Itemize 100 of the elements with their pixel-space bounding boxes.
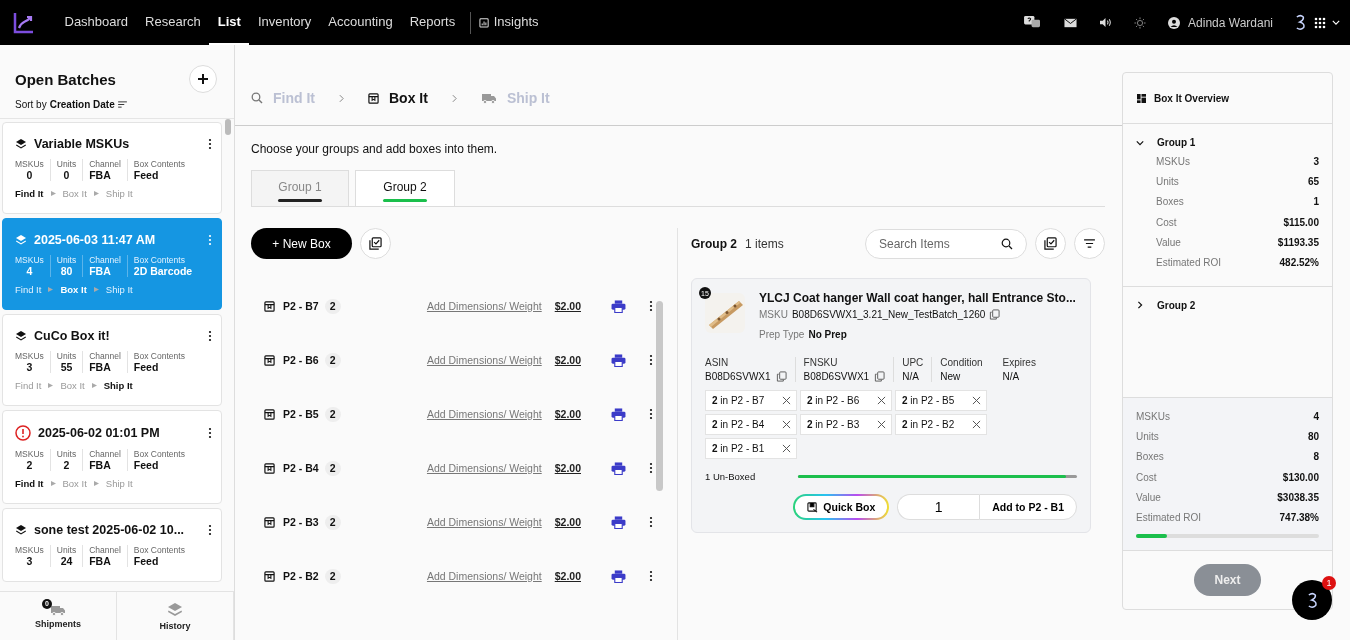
- batch-card[interactable]: CuCo Box it! MSKUs 3 Units 55 Channel FBA Box Contents Feed Find It Box It Ship It: [2, 314, 222, 406]
- sun-icon[interactable]: [1134, 16, 1147, 29]
- arrow-icon: [50, 481, 56, 486]
- sort-icon[interactable]: [117, 101, 127, 108]
- add-to-box-button[interactable]: Add to P2 - B1: [979, 494, 1077, 520]
- nav-link[interactable]: Inventory: [249, 0, 320, 45]
- help-chat-icon[interactable]: [1023, 15, 1043, 30]
- group-toggle[interactable]: Group 2: [1136, 299, 1196, 311]
- group-tab[interactable]: Group 2: [355, 170, 455, 206]
- nav-link[interactable]: Dashboard: [56, 0, 137, 45]
- price-link[interactable]: $2.00: [554, 408, 581, 420]
- stat-label: Units: [56, 449, 77, 459]
- group-toggle[interactable]: Group 1: [1136, 137, 1196, 148]
- dimensions-link[interactable]: Add Dimensions/ Weight: [426, 516, 542, 528]
- stat-label: Channel: [89, 351, 121, 361]
- copy-icon[interactable]: [989, 309, 1001, 320]
- notification-badge: 1: [1322, 576, 1336, 590]
- more-icon[interactable]: [649, 408, 653, 420]
- box-chip[interactable]: 2 in P2 - B1: [705, 438, 797, 459]
- dimensions-link[interactable]: Add Dimensions/ Weight: [426, 408, 542, 420]
- box-chip[interactable]: 2 in P2 - B7: [705, 390, 797, 411]
- more-icon[interactable]: [208, 330, 212, 342]
- price-link[interactable]: $2.00: [554, 570, 581, 582]
- dimensions-link[interactable]: Add Dimensions/ Weight: [426, 354, 542, 366]
- price-link[interactable]: $2.00: [554, 462, 581, 474]
- box-chip[interactable]: 2 in P2 - B3: [800, 414, 892, 435]
- more-icon[interactable]: [208, 138, 212, 150]
- close-icon[interactable]: [972, 420, 981, 429]
- search-field[interactable]: Search Items: [865, 228, 1027, 259]
- dimensions-link[interactable]: Add Dimensions/ Weight: [426, 300, 542, 312]
- nav-link[interactable]: Accounting: [319, 0, 402, 45]
- printer-icon[interactable]: [611, 569, 626, 583]
- batch-card[interactable]: sone test 2025-06-02 10... MSKUs 3 Units 24 Channel FBA Box Contents Feed: [2, 508, 222, 582]
- step-label[interactable]: Box It: [389, 90, 428, 106]
- search-icon: [1001, 237, 1013, 250]
- stat-label: MSKUs: [15, 545, 44, 555]
- box-name[interactable]: P2 - B4: [283, 462, 319, 474]
- box-icon: [264, 354, 275, 366]
- nav-link[interactable]: Research: [136, 0, 210, 45]
- speaker-icon[interactable]: [1099, 17, 1113, 28]
- quantity-field[interactable]: 1: [897, 494, 980, 520]
- close-icon[interactable]: [877, 396, 886, 405]
- box-icon: [264, 408, 275, 420]
- msku-label: MSKU: [759, 309, 788, 320]
- copy-icon[interactable]: [775, 371, 787, 382]
- chevron-down-icon[interactable]: [1332, 20, 1340, 25]
- nav-link[interactable]: Reports: [401, 0, 464, 45]
- close-icon[interactable]: [972, 396, 981, 405]
- printer-icon[interactable]: [611, 461, 626, 475]
- box-chip[interactable]: 2 in P2 - B2: [895, 414, 987, 435]
- more-icon[interactable]: [649, 354, 653, 366]
- more-icon[interactable]: [649, 300, 653, 312]
- brand-mark-icon[interactable]: [1295, 14, 1306, 31]
- apps-grid-icon[interactable]: [1314, 16, 1326, 29]
- dimensions-link[interactable]: Add Dimensions/ Weight: [426, 570, 542, 582]
- more-icon[interactable]: [649, 570, 653, 582]
- box-name[interactable]: P2 - B7: [283, 300, 319, 312]
- box-chip[interactable]: 2 in P2 - B5: [895, 390, 987, 411]
- price-link[interactable]: $2.00: [554, 300, 581, 312]
- filter-button[interactable]: [1074, 228, 1105, 259]
- sort-value[interactable]: Creation Date: [49, 99, 115, 110]
- stat-value: 4: [26, 265, 33, 277]
- arrow-icon: [93, 191, 99, 196]
- more-icon[interactable]: [649, 516, 653, 528]
- more-icon[interactable]: [649, 462, 653, 474]
- stat-value: 2: [26, 459, 33, 471]
- price-link[interactable]: $2.00: [554, 516, 581, 528]
- box-name[interactable]: P2 - B2: [283, 570, 319, 582]
- box-chip[interactable]: 2 in P2 - B6: [800, 390, 892, 411]
- printer-icon[interactable]: [611, 353, 626, 367]
- more-icon[interactable]: [208, 524, 212, 536]
- mail-icon[interactable]: [1064, 17, 1078, 28]
- box-name[interactable]: P2 - B3: [283, 516, 319, 528]
- select-all-button[interactable]: [360, 228, 391, 259]
- close-icon[interactable]: [782, 396, 791, 405]
- box-chip[interactable]: 2 in P2 - B4: [705, 414, 797, 435]
- user-name[interactable]: Adinda Wardani: [1188, 15, 1273, 30]
- box-name[interactable]: P2 - B5: [283, 408, 319, 420]
- price-link[interactable]: $2.00: [554, 354, 581, 366]
- batch-card[interactable]: 2025-06-02 01:01 PM MSKUs 2 Units 2 Channel FBA Box Contents Feed Find It Box It Ship It: [2, 410, 222, 504]
- dimensions-link[interactable]: Add Dimensions/ Weight: [426, 462, 542, 474]
- insights-link[interactable]: Insights: [489, 0, 548, 45]
- scrollbar-thumb[interactable]: [225, 119, 231, 135]
- printer-icon[interactable]: [611, 407, 626, 421]
- close-icon[interactable]: [877, 420, 886, 429]
- add-batch-button[interactable]: [189, 65, 217, 93]
- stat-label: Box Contents: [133, 159, 185, 169]
- search-icon: [251, 92, 263, 104]
- box-name[interactable]: P2 - B6: [283, 354, 319, 366]
- more-icon[interactable]: [208, 427, 212, 439]
- batch-card[interactable]: Variable MSKUs MSKUs 0 Units 0 Channel FBA Box Contents Feed Find It Box It Ship It: [2, 122, 222, 214]
- close-icon[interactable]: [782, 444, 791, 453]
- printer-icon[interactable]: [611, 515, 626, 529]
- close-icon[interactable]: [782, 420, 791, 429]
- select-all-button[interactable]: [1035, 228, 1066, 259]
- copy-icon[interactable]: [874, 371, 886, 382]
- scrollbar-thumb[interactable]: [656, 301, 663, 491]
- printer-icon[interactable]: [611, 299, 626, 313]
- new-box-button[interactable]: + New Box: [251, 228, 352, 259]
- chart-logo-icon[interactable]: [12, 10, 36, 35]
